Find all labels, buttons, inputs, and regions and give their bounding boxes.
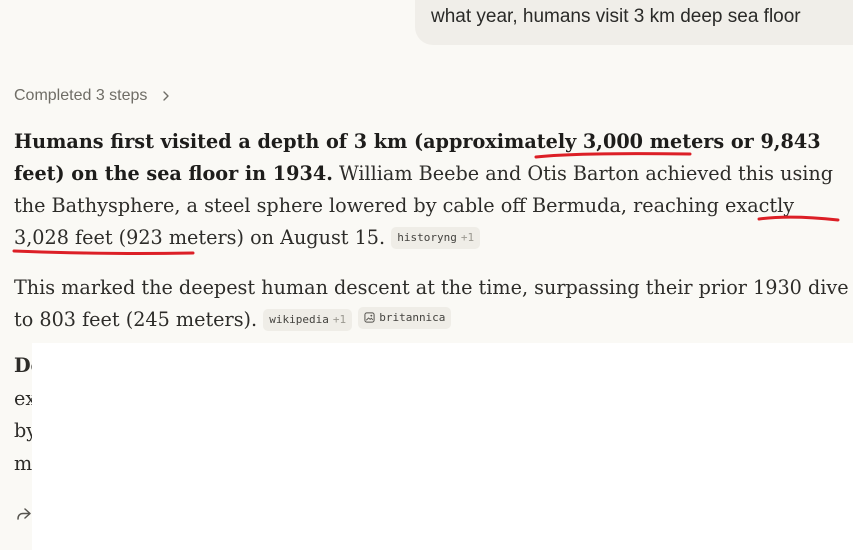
source-chip-count: +1	[332, 313, 347, 326]
source-chip-count: +1	[460, 231, 475, 244]
overlay-panel	[32, 343, 853, 550]
chevron-right-icon	[163, 91, 170, 101]
answer-paragraph-2: This marked the deepest human descent at…	[14, 272, 850, 336]
share-icon[interactable]	[15, 505, 33, 523]
source-chip-britannica[interactable]: britannica	[358, 306, 452, 329]
image-icon	[364, 312, 375, 323]
completed-steps-label: Completed 3 steps	[14, 87, 148, 104]
answer-paragraph-1: Humans first visited a depth of 3 km (ap…	[14, 126, 850, 254]
source-chip-label: historyng	[397, 231, 457, 244]
source-chip-wikipedia[interactable]: wikipedia +1	[263, 309, 353, 331]
source-chip-label: britannica	[379, 310, 446, 324]
completed-steps-toggle[interactable]: Completed 3 steps	[14, 87, 173, 105]
user-message-text: what year, humans visit 3 km deep sea fl…	[431, 6, 801, 27]
source-chip-historyng[interactable]: historyng +1	[391, 227, 481, 249]
user-message-bubble: what year, humans visit 3 km deep sea fl…	[415, 0, 853, 45]
source-chip-label: wikipedia	[269, 313, 329, 326]
